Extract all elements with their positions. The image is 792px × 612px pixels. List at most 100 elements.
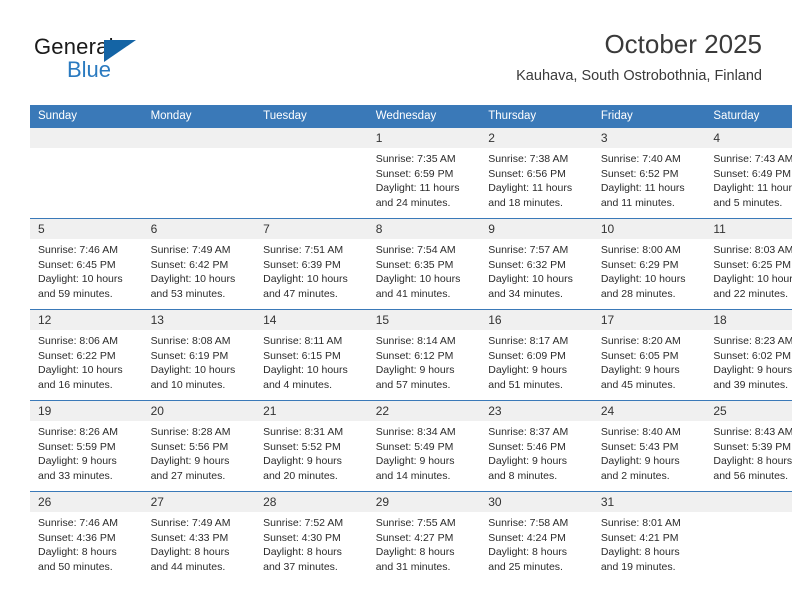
- day-cell[interactable]: 15 Sunrise: 8:14 AM Sunset: 6:12 PM Dayligh…: [367, 309, 481, 401]
- sunrise-text: Sunrise: 8:26 AM: [38, 426, 118, 438]
- daylight-text: Daylight: 9 hours and 27 minutes.: [150, 455, 230, 482]
- sunrise-text: Sunrise: 8:03 AM: [713, 244, 792, 256]
- weekday-header: Sunday Monday Tuesday Wednesday Thursday Frid…: [30, 105, 792, 128]
- logo-text-blue: Blue: [67, 57, 112, 82]
- sunset-text: Sunset: 5:46 PM: [488, 440, 566, 453]
- sunset-text: Sunset: 5:39 PM: [713, 440, 792, 453]
- sunrise-text: Sunrise: 8:23 AM: [713, 335, 792, 347]
- day-cell[interactable]: 27 Sunrise: 7:49 AM Sunset: 4:33 PM Dayligh…: [142, 491, 256, 582]
- day-cell[interactable]: 19 Sunrise: 8:26 AM Sunset: 5:59 PM Dayligh…: [30, 400, 143, 492]
- calendar-week-row: 1 Sunrise: 7:35 AM Sunset: 6:59 PM Daylight…: [30, 128, 792, 219]
- sunrise-text: Sunrise: 8:08 AM: [150, 335, 231, 347]
- day-info: Sunrise: 7:49 AM Sunset: 6:42 PM Daylight:…: [143, 239, 256, 301]
- day-number: 20: [142, 401, 256, 421]
- day-cell[interactable]: 3 Sunrise: 7:40 AM Sunset: 6:52 PM Daylight…: [592, 128, 706, 219]
- general-blue-logo[interactable]: General Blue: [34, 34, 174, 86]
- day-number: 26: [30, 492, 143, 512]
- day-info: Sunrise: 8:00 AM Sunset: 6:29 PM Daylight:…: [593, 239, 706, 301]
- weekday-header-cell: Wednesday: [367, 105, 481, 128]
- sunrise-text: Sunrise: 8:40 AM: [600, 426, 681, 438]
- day-info: Sunrise: 8:40 AM Sunset: 5:43 PM Daylight:…: [593, 421, 706, 483]
- day-cell[interactable]: 11 Sunrise: 8:03 AM Sunset: 6:25 PM Dayligh…: [705, 218, 792, 310]
- daylight-text: Daylight: 10 hours and 41 minutes.: [375, 273, 461, 300]
- day-cell[interactable]: 14 Sunrise: 8:11 AM Sunset: 6:15 PM Dayligh…: [255, 309, 368, 401]
- daylight-text: Daylight: 8 hours and 44 minutes.: [150, 546, 230, 573]
- sunset-text: Sunset: 6:05 PM: [600, 349, 679, 362]
- day-cell[interactable]: 23 Sunrise: 8:37 AM Sunset: 5:46 PM Dayligh…: [480, 400, 593, 492]
- day-info: Sunrise: 7:52 AM Sunset: 4:30 PM Daylight:…: [255, 512, 368, 574]
- sunrise-text: Sunrise: 7:55 AM: [375, 517, 456, 529]
- day-cell[interactable]: 9 Sunrise: 7:57 AM Sunset: 6:32 PM Daylight…: [480, 218, 593, 310]
- day-info: Sunrise: 8:43 AM Sunset: 5:39 PM Daylight:…: [705, 421, 792, 483]
- day-number: 14: [255, 310, 368, 330]
- day-cell[interactable]: 29 Sunrise: 7:55 AM Sunset: 4:27 PM Dayligh…: [367, 491, 481, 582]
- daylight-text: Daylight: 9 hours and 14 minutes.: [375, 455, 455, 482]
- daylight-text: Daylight: 9 hours and 51 minutes.: [488, 364, 568, 391]
- day-cell[interactable]: 13 Sunrise: 8:08 AM Sunset: 6:19 PM Dayligh…: [142, 309, 256, 401]
- day-cell[interactable]: 6 Sunrise: 7:49 AM Sunset: 6:42 PM Daylight…: [142, 218, 256, 310]
- daylight-text: Daylight: 8 hours and 37 minutes.: [263, 546, 342, 573]
- sunset-text: Sunset: 4:21 PM: [600, 531, 679, 544]
- sunset-text: Sunset: 6:59 PM: [375, 167, 454, 180]
- day-info: Sunrise: 8:14 AM Sunset: 6:12 PM Daylight:…: [368, 330, 481, 392]
- daylight-text: Daylight: 10 hours and 28 minutes.: [600, 273, 686, 300]
- day-info: Sunrise: 7:43 AM Sunset: 6:49 PM Daylight:…: [705, 148, 792, 210]
- weekday-header-cell: Tuesday: [255, 105, 368, 128]
- day-info: Sunrise: 7:58 AM Sunset: 4:24 PM Daylight:…: [480, 512, 593, 574]
- day-number: 21: [255, 401, 368, 421]
- sunset-text: Sunset: 5:43 PM: [600, 440, 679, 453]
- day-cell[interactable]: 4 Sunrise: 7:43 AM Sunset: 6:49 PM Daylight…: [705, 128, 792, 219]
- day-cell[interactable]: 18 Sunrise: 8:23 AM Sunset: 6:02 PM Dayligh…: [705, 309, 792, 401]
- day-cell[interactable]: 25 Sunrise: 8:43 AM Sunset: 5:39 PM Dayligh…: [705, 400, 792, 492]
- day-cell[interactable]: 12 Sunrise: 8:06 AM Sunset: 6:22 PM Dayligh…: [30, 309, 143, 401]
- day-cell[interactable]: 21 Sunrise: 8:31 AM Sunset: 5:52 PM Dayligh…: [255, 400, 368, 492]
- day-number: 23: [480, 401, 593, 421]
- day-info: Sunrise: 8:34 AM Sunset: 5:49 PM Daylight:…: [368, 421, 481, 483]
- sunset-text: Sunset: 6:02 PM: [713, 349, 792, 362]
- sunrise-text: Sunrise: 8:37 AM: [488, 426, 569, 438]
- day-cell[interactable]: 8 Sunrise: 7:54 AM Sunset: 6:35 PM Daylight…: [367, 218, 481, 310]
- day-cell[interactable]: 16 Sunrise: 8:17 AM Sunset: 6:09 PM Dayligh…: [480, 309, 593, 401]
- sunrise-text: Sunrise: 8:00 AM: [600, 244, 681, 256]
- day-info: Sunrise: 8:26 AM Sunset: 5:59 PM Daylight:…: [30, 421, 143, 483]
- day-cell[interactable]: 28 Sunrise: 7:52 AM Sunset: 4:30 PM Dayligh…: [255, 491, 368, 582]
- weekday-header-cell: Sunday: [30, 105, 143, 128]
- day-cell[interactable]: 2 Sunrise: 7:38 AM Sunset: 6:56 PM Daylight…: [480, 128, 593, 219]
- day-number: 7: [255, 219, 368, 239]
- day-cell[interactable]: 30 Sunrise: 7:58 AM Sunset: 4:24 PM Dayligh…: [480, 491, 593, 582]
- day-cell[interactable]: 1 Sunrise: 7:35 AM Sunset: 6:59 PM Daylight…: [367, 128, 481, 219]
- calendar-week-row: 26 Sunrise: 7:46 AM Sunset: 4:36 PM Dayligh…: [30, 491, 792, 582]
- sunrise-text: Sunrise: 8:31 AM: [263, 426, 344, 438]
- calendar-week-row: 12 Sunrise: 8:06 AM Sunset: 6:22 PM Dayligh…: [30, 309, 792, 401]
- day-info: Sunrise: 7:35 AM Sunset: 6:59 PM Daylight:…: [368, 148, 481, 210]
- weekday-header-cell: Saturday: [705, 105, 792, 128]
- day-number: 9: [480, 219, 593, 239]
- day-info: Sunrise: 8:28 AM Sunset: 5:56 PM Daylight:…: [143, 421, 256, 483]
- day-cell[interactable]: 17 Sunrise: 8:20 AM Sunset: 6:05 PM Dayligh…: [592, 309, 706, 401]
- day-number: 30: [480, 492, 593, 512]
- day-cell[interactable]: 31 Sunrise: 8:01 AM Sunset: 4:21 PM Dayligh…: [592, 491, 706, 582]
- day-info: Sunrise: 8:06 AM Sunset: 6:22 PM Daylight:…: [30, 330, 143, 392]
- sunrise-text: Sunrise: 7:49 AM: [150, 517, 231, 529]
- day-number: 2: [480, 128, 593, 148]
- day-cell[interactable]: 5 Sunrise: 7:46 AM Sunset: 6:45 PM Daylight…: [30, 218, 143, 310]
- daylight-text: Daylight: 9 hours and 8 minutes.: [488, 455, 568, 482]
- day-cell[interactable]: 26 Sunrise: 7:46 AM Sunset: 4:36 PM Dayligh…: [30, 491, 143, 582]
- day-number: 13: [142, 310, 256, 330]
- day-number: 8: [367, 219, 481, 239]
- day-cell[interactable]: 20 Sunrise: 8:28 AM Sunset: 5:56 PM Dayligh…: [142, 400, 256, 492]
- day-number: 28: [255, 492, 368, 512]
- sunrise-text: Sunrise: 7:52 AM: [263, 517, 344, 529]
- day-info: Sunrise: 8:23 AM Sunset: 6:02 PM Daylight:…: [705, 330, 792, 392]
- sunset-text: Sunset: 6:35 PM: [375, 258, 454, 271]
- sunset-text: Sunset: 5:49 PM: [375, 440, 454, 453]
- day-info: Sunrise: 7:46 AM Sunset: 6:45 PM Daylight:…: [30, 239, 143, 301]
- day-cell[interactable]: 22 Sunrise: 8:34 AM Sunset: 5:49 PM Dayligh…: [367, 400, 481, 492]
- day-cell[interactable]: 7 Sunrise: 7:51 AM Sunset: 6:39 PM Daylight…: [255, 218, 368, 310]
- sunrise-text: Sunrise: 8:14 AM: [375, 335, 456, 347]
- day-cell-empty: [255, 128, 368, 219]
- day-cell[interactable]: 24 Sunrise: 8:40 AM Sunset: 5:43 PM Dayligh…: [592, 400, 706, 492]
- day-cell[interactable]: 10 Sunrise: 8:00 AM Sunset: 6:29 PM Dayligh…: [592, 218, 706, 310]
- sunset-text: Sunset: 6:25 PM: [713, 258, 792, 271]
- sunrise-text: Sunrise: 7:40 AM: [600, 153, 681, 165]
